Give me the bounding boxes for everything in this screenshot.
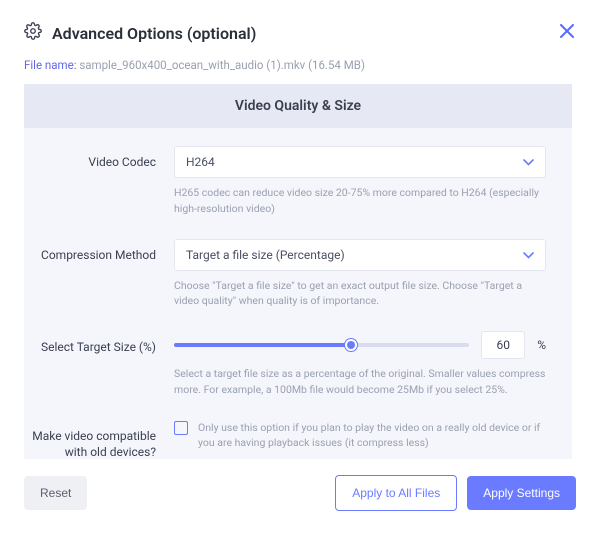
apply-settings-button[interactable]: Apply Settings bbox=[467, 476, 576, 510]
file-name-label: File name: bbox=[24, 58, 79, 72]
modal-title: Advanced Options (optional) bbox=[52, 24, 256, 43]
target-size-input[interactable]: 60 bbox=[481, 331, 525, 359]
compression-method-hint: Choose "Target a file size" to get an ex… bbox=[174, 278, 546, 310]
close-button[interactable] bbox=[558, 22, 576, 40]
slider-fill bbox=[174, 343, 351, 347]
compat-row: Make video compatible with old devices? … bbox=[24, 420, 546, 460]
form-body: Video Codec H264 H265 codec can reduce v… bbox=[24, 128, 572, 459]
section-title: Video Quality & Size bbox=[24, 84, 572, 128]
compat-checkbox[interactable] bbox=[174, 421, 188, 435]
compression-method-row: Compression Method Target a file size (P… bbox=[24, 239, 546, 324]
modal-footer: Reset Apply to All Files Apply Settings bbox=[24, 459, 576, 511]
file-name-row: File name: sample_960x400_ocean_with_aud… bbox=[24, 58, 576, 72]
advanced-options-modal: Advanced Options (optional) File name: s… bbox=[0, 0, 600, 542]
slider-thumb[interactable] bbox=[345, 339, 357, 351]
video-codec-row: Video Codec H264 H265 codec can reduce v… bbox=[24, 146, 546, 231]
video-codec-label: Video Codec bbox=[24, 146, 174, 170]
target-size-slider[interactable] bbox=[174, 343, 469, 347]
compat-hint: Only use this option if you plan to play… bbox=[198, 420, 546, 452]
target-size-hint: Select a target file size as a percentag… bbox=[174, 366, 546, 398]
compat-label: Make video compatible with old devices? bbox=[24, 420, 174, 460]
modal-header: Advanced Options (optional) bbox=[24, 22, 576, 44]
compression-method-value: Target a file size (Percentage) bbox=[186, 248, 345, 262]
apply-all-button[interactable]: Apply to All Files bbox=[335, 475, 457, 511]
compression-method-label: Compression Method bbox=[24, 239, 174, 263]
video-quality-card: Video Quality & Size Video Codec H264 H2… bbox=[24, 84, 572, 459]
video-codec-select[interactable]: H264 bbox=[174, 146, 546, 178]
scroll-area[interactable]: Video Quality & Size Video Codec H264 H2… bbox=[24, 84, 576, 459]
file-name-value: sample_960x400_ocean_with_audio (1).mkv … bbox=[79, 58, 365, 72]
target-size-label: Select Target Size (%) bbox=[24, 331, 174, 355]
video-codec-hint: H265 codec can reduce video size 20-75% … bbox=[174, 185, 546, 217]
percent-symbol: % bbox=[537, 338, 546, 352]
reset-button[interactable]: Reset bbox=[24, 476, 87, 510]
chevron-down-icon bbox=[523, 248, 534, 262]
video-codec-value: H264 bbox=[186, 155, 215, 169]
compression-method-select[interactable]: Target a file size (Percentage) bbox=[174, 239, 546, 271]
chevron-down-icon bbox=[523, 155, 534, 169]
close-icon bbox=[560, 24, 574, 38]
gear-icon bbox=[24, 22, 42, 44]
target-size-row: Select Target Size (%) 60 % Select a tar… bbox=[24, 331, 546, 412]
